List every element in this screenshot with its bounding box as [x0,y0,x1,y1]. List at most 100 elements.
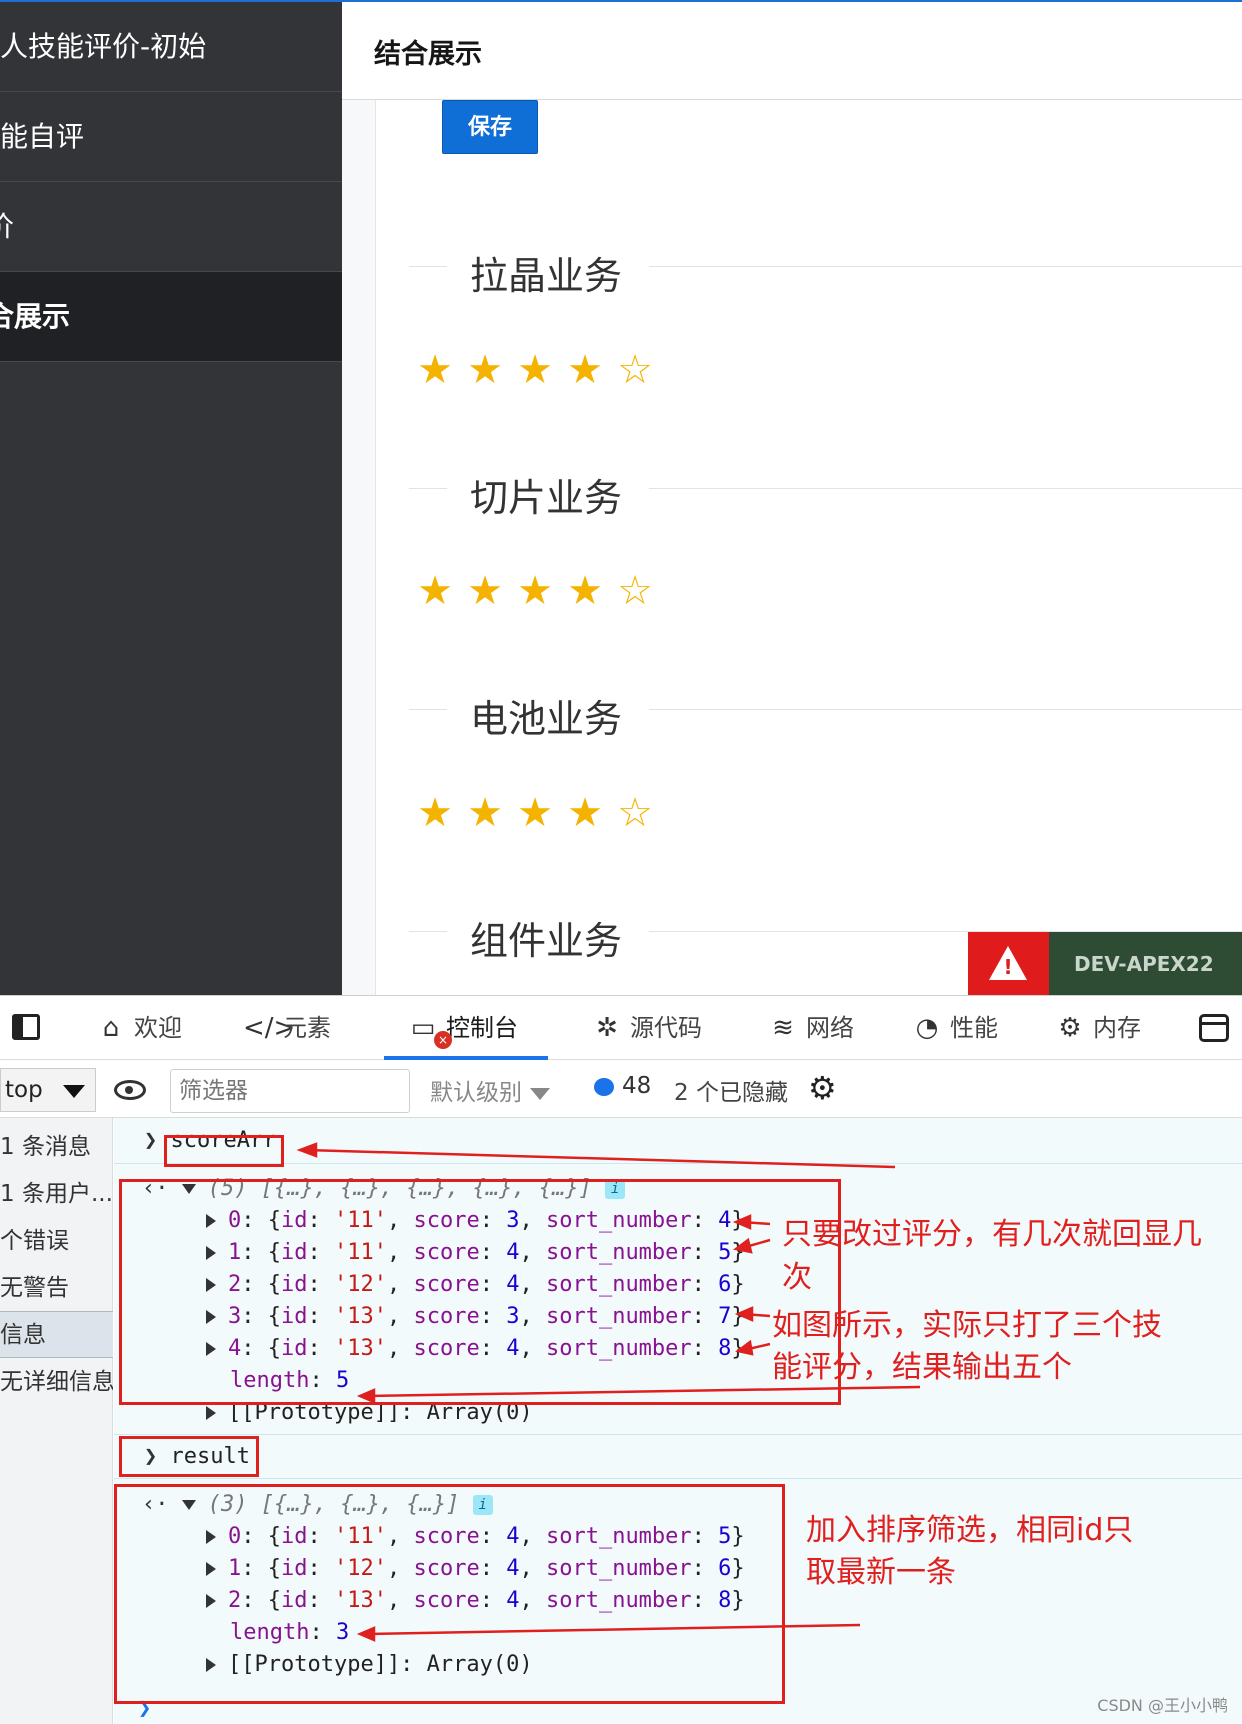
filter-input[interactable] [170,1069,410,1113]
tab-label: 内存 [1093,1014,1141,1042]
tab-network[interactable]: ≋ 网络 [766,996,854,1060]
sidebar-item-user-messages[interactable]: 1 条用户... [0,1171,113,1218]
section-title-row: 拉晶业务 [409,245,1242,298]
tab-sources[interactable]: ✲ 源代码 [590,996,702,1060]
section-title: 切片业务 [470,476,623,520]
sidebar-item-info[interactable]: 信息 [0,1311,113,1358]
sidebar-item-label: 价 [0,182,14,271]
chevron-down-icon [530,1087,550,1100]
wifi-icon: ≋ [772,1013,794,1043]
divider [649,709,1242,710]
annotation-box [119,1436,259,1477]
more-tabs-icon[interactable] [1199,1014,1229,1042]
star-filled-icon[interactable]: ★ [510,348,560,392]
tab-welcome[interactable]: ⌂ 欢迎 [94,996,182,1060]
star-filled-icon[interactable]: ★ [510,791,560,835]
star-filled-icon[interactable]: ★ [460,348,510,392]
star-filled-icon[interactable]: ★ [410,569,460,613]
error-indicator-icon: × [434,1031,452,1049]
star-empty-icon[interactable]: ☆ [610,348,660,392]
sidebar-item-label: 合展示 [0,300,71,333]
sidebar-item-skill-eval-init[interactable]: 人技能评价-初始 [0,2,342,92]
log-level-select[interactable]: 默认级别 [430,1073,550,1107]
annotation-box [119,1179,841,1405]
star-filled-icon[interactable]: ★ [560,348,610,392]
star-rating[interactable]: ★ ★ ★ ★ ☆ [410,348,660,392]
sidebar-item-verbose[interactable]: 无详细信息 [0,1359,113,1406]
dock-side-icon[interactable] [12,1014,40,1040]
sidebar-item-self-eval[interactable]: 能自评 [0,92,342,182]
watermark: CSDN @王小小鸭 [1097,1696,1228,1715]
sidebar-item-combined-display[interactable]: 合展示 [0,272,342,362]
star-rating[interactable]: ★ ★ ★ ★ ☆ [410,569,660,613]
section-title: 拉晶业务 [470,254,623,298]
divider [409,931,447,932]
hidden-count: 2 个已隐藏 [674,1080,788,1106]
star-empty-icon[interactable]: ☆ [610,791,660,835]
message-icon [594,1077,614,1096]
context-select[interactable]: top [0,1068,96,1112]
gear-icon[interactable]: ⚙ [808,1070,837,1106]
annotation-text: 能评分，结果输出五个 [772,1350,1072,1385]
star-filled-icon[interactable]: ★ [410,791,460,835]
tab-performance[interactable]: ◔ 性能 [910,996,998,1060]
sidebar: 人技能评价-初始 能自评 价 合展示 [0,2,342,995]
tab-label: 欢迎 [134,1014,182,1042]
star-filled-icon[interactable]: ★ [460,791,510,835]
chevron-down-icon [63,1085,85,1098]
star-filled-icon[interactable]: ★ [560,791,610,835]
sidebar-item-warnings[interactable]: 无警告 [0,1265,113,1312]
star-filled-icon[interactable]: ★ [510,569,560,613]
environment-badge[interactable]: ! DEV-APEX22 [968,932,1242,995]
console-icon: ▭ [410,1013,436,1043]
star-empty-icon[interactable]: ☆ [610,569,660,613]
annotation-text: 取最新一条 [806,1555,956,1590]
star-filled-icon[interactable]: ★ [560,569,610,613]
sidebar-item-label: 能自评 [0,120,85,153]
expand-icon[interactable] [206,1406,216,1420]
divider [649,488,1242,489]
page-title: 结合展示 [374,39,482,70]
section-title: 组件业务 [470,919,623,963]
section-title-row: 切片业务 [409,467,1242,520]
bug-icon: ✲ [596,1013,618,1043]
tab-memory[interactable]: ⚙ 内存 [1053,996,1141,1060]
message-count[interactable]: 48 [594,1073,651,1099]
section-title: 电池业务 [470,697,623,741]
context-value: top [5,1077,43,1103]
annotation-text: 只要改过评分，有几次就回显几 [782,1217,1202,1252]
tab-console[interactable]: ▭ 控制台 [384,996,548,1060]
star-filled-icon[interactable]: ★ [410,348,460,392]
sidebar-item-messages[interactable]: 1 条消息 [0,1124,113,1171]
log-level-value: 默认级别 [430,1080,522,1106]
console-sidebar: 1 条消息 1 条用户... 个错误 无警告 信息 无详细信息 [0,1118,113,1724]
environment-label: DEV-APEX22 [1074,952,1214,976]
code-icon: </> [243,1013,296,1043]
annotation-box [114,1484,785,1704]
tab-label: 源代码 [630,1014,702,1042]
main-content: 保存 拉晶业务 ★ ★ ★ ★ ☆ 切片业务 ★ ★ ★ ★ ☆ 电池业务 ★ … [342,100,1242,995]
sidebar-item-eval[interactable]: 价 [0,182,342,272]
console-toolbar: top 默认级别 48 2 个已隐藏 ⚙ [0,1060,1242,1118]
star-filled-icon[interactable]: ★ [460,569,510,613]
eye-icon[interactable] [114,1080,146,1100]
chip-icon: ⚙ [1058,1013,1082,1043]
sidebar-item-label: 人技能评价-初始 [0,30,207,63]
message-count-value: 48 [622,1073,652,1099]
home-icon: ⌂ [102,1013,120,1043]
section-title-row: 电池业务 [409,688,1242,741]
annotation-text: 如图所示，实际只打了三个技 [772,1308,1162,1343]
warning-icon: ! [968,932,1049,995]
save-button[interactable]: 保存 [442,100,538,154]
tab-label: 控制台 [446,1014,518,1042]
tab-elements[interactable]: </>元素 [243,996,331,1060]
star-rating[interactable]: ★ ★ ★ ★ ☆ [410,791,660,835]
rating-panel: 保存 拉晶业务 ★ ★ ★ ★ ☆ 切片业务 ★ ★ ★ ★ ☆ 电池业务 ★ … [375,100,1242,995]
annotation-box [164,1135,284,1167]
divider [649,266,1242,267]
divider [409,488,447,489]
sidebar-item-errors[interactable]: 个错误 [0,1218,113,1265]
devtools-panel: ⌂ 欢迎 </>元素 ▭ 控制台 × ✲ 源代码 ≋ 网络 ◔ 性能 ⚙ 内存 top 默认… [0,995,1242,1724]
annotation-text: 加入排序筛选，相同id只 [806,1513,1134,1548]
page-header: 结合展示 [342,2,1242,100]
